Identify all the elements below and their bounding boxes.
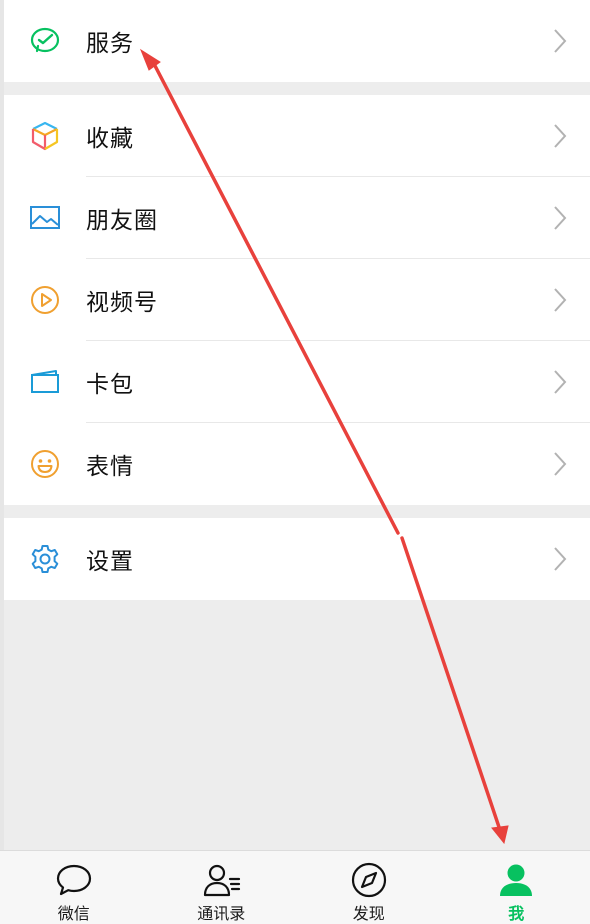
menu-item-channels[interactable]: 视频号 [4,259,590,341]
menu-item-services[interactable]: 服务 [4,0,590,82]
menu-item-card-wallet[interactable]: 卡包 [4,341,590,423]
card-wallet-icon [28,365,62,399]
menu-item-label: 表情 [86,447,134,481]
menu-item-label: 收藏 [86,119,134,153]
sticker-smile-icon [28,447,62,481]
features-group: 收藏 朋友圈 视频号 [4,95,590,505]
tab-chats[interactable]: 微信 [0,851,148,924]
chevron-right-icon [552,28,568,54]
person-icon [496,861,536,899]
settings-group: 设置 [4,518,590,600]
tab-label: 微信 [58,900,90,924]
tab-contacts[interactable]: 通讯录 [148,851,296,924]
menu-item-moments[interactable]: 朋友圈 [4,177,590,259]
menu-item-label: 卡包 [86,365,134,399]
tab-label: 通讯录 [197,900,245,924]
bottom-tab-bar: 微信 通讯录 发现 我 [0,850,590,924]
services-group: 服务 [4,0,590,82]
chevron-right-icon [552,287,568,313]
chevron-right-icon [552,205,568,231]
menu-item-label: 服务 [86,24,134,58]
moments-image-icon [28,201,62,235]
tab-discover[interactable]: 发现 [295,851,443,924]
menu-item-favorites[interactable]: 收藏 [4,95,590,177]
wechat-pay-icon [28,24,62,58]
menu-item-settings[interactable]: 设置 [4,518,590,600]
tab-label: 我 [508,900,524,924]
chevron-right-icon [552,369,568,395]
menu-item-stickers[interactable]: 表情 [4,423,590,505]
contacts-icon [201,861,241,899]
compass-icon [349,861,389,899]
favorites-cube-icon [28,119,62,153]
chevron-right-icon [552,546,568,572]
chevron-right-icon [552,451,568,477]
menu-item-label: 视频号 [86,283,158,317]
tab-me[interactable]: 我 [443,851,590,924]
menu-item-label: 朋友圈 [86,201,158,235]
gear-icon [28,542,62,576]
menu-item-label: 设置 [86,542,134,576]
chevron-right-icon [552,123,568,149]
tab-label: 发现 [353,900,385,924]
channels-play-icon [28,283,62,317]
chat-bubble-icon [54,861,94,899]
